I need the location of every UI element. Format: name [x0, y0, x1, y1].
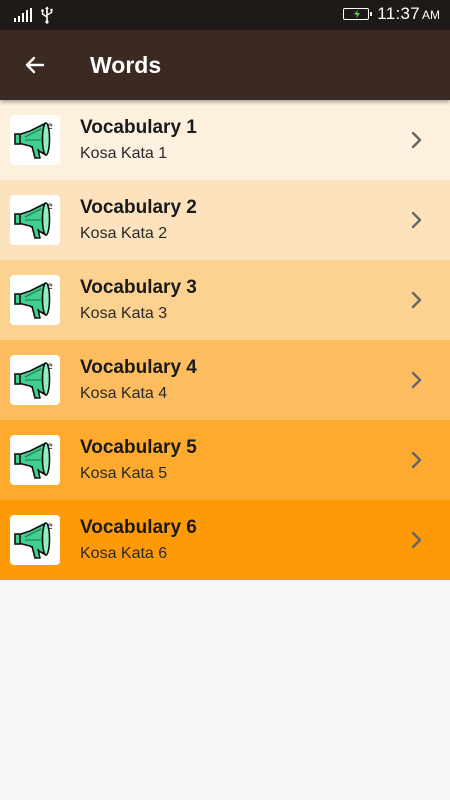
list-item-vocabulary-3[interactable]: æ Vocabulary 3 Kosa Kata 3: [0, 260, 450, 340]
item-thumbnail: æ: [10, 275, 60, 325]
status-left: [14, 6, 54, 24]
list-item-vocabulary-1[interactable]: æ Vocabulary 1 Kosa Kata 1: [0, 100, 450, 180]
list-item-vocabulary-4[interactable]: æ Vocabulary 4 Kosa Kata 4: [0, 340, 450, 420]
item-subtitle: Kosa Kata 4: [80, 385, 168, 402]
chevron-right-icon: [411, 451, 422, 469]
chevron-right-icon: [411, 371, 422, 389]
item-thumbnail: æ: [10, 355, 60, 405]
megaphone-icon: æ: [14, 121, 53, 159]
item-subtitle: Kosa Kata 5: [80, 465, 168, 482]
battery-charging-icon: [343, 8, 373, 20]
item-title: Vocabulary 6: [80, 517, 197, 538]
status-clock: 11:37 AM: [377, 4, 440, 24]
status-right: 11:37 AM: [343, 4, 440, 24]
chevron-right-icon: [411, 291, 422, 309]
item-subtitle: Kosa Kata 3: [80, 305, 168, 322]
item-subtitle: Kosa Kata 1: [80, 145, 168, 162]
usb-icon: [40, 6, 54, 24]
signal-icon: [14, 8, 32, 22]
item-title: Vocabulary 5: [80, 437, 197, 458]
item-subtitle: Kosa Kata 2: [80, 225, 168, 242]
item-thumbnail: æ: [10, 115, 60, 165]
list-item-vocabulary-6[interactable]: æ Vocabulary 6 Kosa Kata 6: [0, 500, 450, 580]
chevron-right-icon: [411, 531, 422, 549]
app-bar: Words: [0, 30, 450, 100]
vocabulary-list: æ Vocabulary 1 Kosa Kata 1 æ V: [0, 100, 450, 580]
back-button[interactable]: [14, 44, 56, 86]
status-time: 11:37: [377, 4, 420, 23]
item-title: Vocabulary 4: [80, 357, 197, 378]
chevron-right-icon: [411, 131, 422, 149]
megaphone-icon: æ: [14, 441, 53, 479]
arrow-left-icon: [25, 56, 45, 74]
chevron-right-icon: [411, 211, 422, 229]
megaphone-icon: æ: [14, 201, 53, 239]
page-title: Words: [90, 52, 162, 78]
item-title: Vocabulary 3: [80, 277, 197, 298]
item-title: Vocabulary 1: [80, 117, 197, 138]
item-subtitle: Kosa Kata 6: [80, 545, 168, 562]
list-item-vocabulary-5[interactable]: æ Vocabulary 5 Kosa Kata 5: [0, 420, 450, 500]
item-thumbnail: æ: [10, 195, 60, 245]
list-item-vocabulary-2[interactable]: æ Vocabulary 2 Kosa Kata 2: [0, 180, 450, 260]
item-thumbnail: æ: [10, 515, 60, 565]
status-ampm: AM: [422, 8, 440, 22]
item-title: Vocabulary 2: [80, 197, 197, 218]
megaphone-icon: æ: [14, 361, 53, 399]
status-bar: 11:37 AM: [0, 0, 450, 30]
megaphone-icon: æ: [14, 521, 53, 559]
megaphone-icon: æ: [14, 281, 53, 319]
item-thumbnail: æ: [10, 435, 60, 485]
